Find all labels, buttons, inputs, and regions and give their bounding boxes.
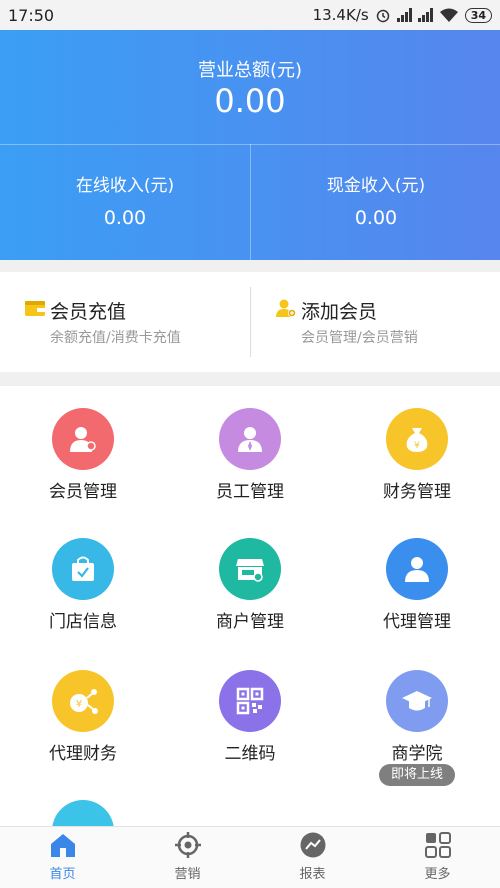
signal-icon <box>417 8 433 22</box>
total-revenue-value: 0.00 <box>214 82 286 120</box>
net-speed: 13.4K/s <box>312 6 369 24</box>
status-time: 17:50 <box>8 5 55 25</box>
add-user-icon <box>276 299 296 317</box>
cash-income-value: 0.00 <box>354 207 398 229</box>
function-grid: 会员管理 员工管理 ¥ 财务管理 门店信息 商户管理 代理管理 ¥ 代理财务 二… <box>0 386 500 826</box>
wallet-icon <box>25 301 45 316</box>
agent-icon <box>386 538 448 600</box>
svg-text:¥: ¥ <box>76 699 82 710</box>
alarm-icon <box>376 9 389 23</box>
online-income-label: 在线收入(元) <box>75 176 175 196</box>
total-revenue-label: 营业总额(元) <box>197 60 303 81</box>
store-bag-icon <box>52 538 114 600</box>
nav-label: 首页 <box>49 867 76 882</box>
member-icon <box>52 408 114 470</box>
grid-icon <box>424 832 451 858</box>
cash-income[interactable]: 现金收入(元) 0.00 <box>251 144 500 260</box>
total-revenue[interactable]: 营业总额(元) 0.00 <box>0 30 500 144</box>
nav-marketing[interactable]: 营销 <box>125 827 250 888</box>
menu-label: 二维码 <box>224 744 276 764</box>
menu-label: 员工管理 <box>216 482 284 502</box>
quick-actions: 会员充值 余额充值/消费卡充值 添加会员 会员管理/会员营销 <box>0 272 500 372</box>
bottom-navigation: 首页 营销 报表 更多 <box>0 826 500 888</box>
online-income-value: 0.00 <box>103 207 147 229</box>
menu-agent-management[interactable]: 代理管理 <box>334 516 500 646</box>
nav-label: 营销 <box>174 867 201 882</box>
member-recharge-title: 会员充值 <box>50 301 127 323</box>
menu-staff-management[interactable]: 员工管理 <box>167 386 333 516</box>
menu-label: 代理管理 <box>383 612 451 632</box>
menu-label: 代理财务 <box>49 744 117 764</box>
agent-finance-icon: ¥ <box>52 670 114 732</box>
staff-icon <box>219 408 281 470</box>
menu-label: 门店信息 <box>49 612 117 632</box>
member-recharge-subtitle: 余额充值/消费卡充值 <box>50 330 181 346</box>
revenue-panel: 营业总额(元) 0.00 在线收入(元) 0.00 现金收入(元) 0.00 <box>0 30 500 260</box>
merchant-icon <box>219 538 281 600</box>
menu-business-school[interactable]: 商学院 即将上线 <box>334 648 500 786</box>
online-income[interactable]: 在线收入(元) 0.00 <box>0 144 250 260</box>
menu-qrcode[interactable]: 二维码 <box>167 648 333 778</box>
home-icon <box>50 834 75 857</box>
partial-menu-icon <box>52 800 114 826</box>
add-member-title: 添加会员 <box>301 301 378 323</box>
battery-icon: 34 <box>464 7 492 23</box>
add-member-button[interactable]: 添加会员 会员管理/会员营销 <box>251 272 500 372</box>
coming-soon-badge: 即将上线 <box>379 764 455 786</box>
qrcode-icon <box>219 670 281 732</box>
menu-agent-finance[interactable]: ¥ 代理财务 <box>0 648 166 778</box>
member-recharge-button[interactable]: 会员充值 余额充值/消费卡充值 <box>0 272 250 372</box>
menu-store-info[interactable]: 门店信息 <box>0 516 166 646</box>
menu-item-partial[interactable] <box>0 778 166 826</box>
nav-reports[interactable]: 报表 <box>250 827 375 888</box>
svg-text:¥: ¥ <box>414 441 420 451</box>
target-icon <box>174 832 201 858</box>
menu-finance-management[interactable]: ¥ 财务管理 <box>334 386 500 516</box>
money-bag-icon: ¥ <box>386 408 448 470</box>
nav-home[interactable]: 首页 <box>0 827 125 888</box>
cash-income-label: 现金收入(元) <box>326 176 426 196</box>
menu-label: 财务管理 <box>383 482 451 502</box>
nav-label: 更多 <box>424 867 451 882</box>
add-member-subtitle: 会员管理/会员营销 <box>301 330 418 346</box>
menu-merchant-management[interactable]: 商户管理 <box>167 516 333 646</box>
menu-member-management[interactable]: 会员管理 <box>0 386 166 516</box>
graduation-cap-icon <box>386 670 448 732</box>
nav-more[interactable]: 更多 <box>375 827 500 888</box>
menu-label: 会员管理 <box>49 482 117 502</box>
menu-label: 商户管理 <box>216 612 284 632</box>
chart-icon <box>300 832 325 858</box>
menu-label: 商学院 <box>391 744 443 764</box>
wifi-icon <box>439 8 458 22</box>
nav-label: 报表 <box>299 867 326 882</box>
signal-hd-icon <box>396 8 412 22</box>
status-indicators: 13.4K/s 34 <box>313 6 492 24</box>
status-bar: 17:50 13.4K/s 34 <box>0 0 500 30</box>
